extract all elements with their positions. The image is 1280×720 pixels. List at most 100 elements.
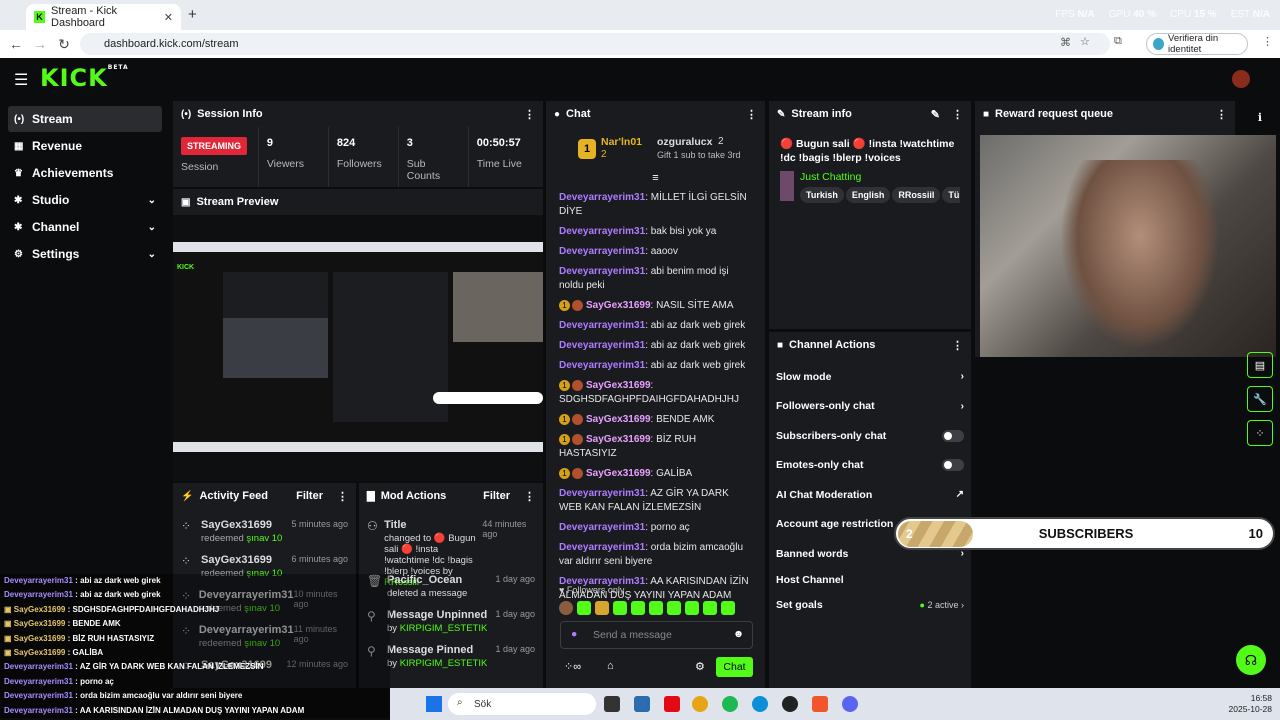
- chat-input[interactable]: ● Send a message ☻: [560, 621, 753, 649]
- sidebar-item-achievements[interactable]: ♛ Achievements: [8, 160, 162, 186]
- tag[interactable]: English: [845, 187, 891, 203]
- subscribers-only-toggle[interactable]: [942, 429, 964, 442]
- mic-icon[interactable]: ●: [571, 628, 577, 640]
- chat-username[interactable]: SayGex31699: [586, 434, 651, 445]
- emote-icon[interactable]: [613, 601, 627, 615]
- netflix-icon[interactable]: [664, 696, 680, 712]
- emote-icon[interactable]: [595, 601, 609, 615]
- chat-username[interactable]: Deveyarrayerim31: [559, 488, 645, 499]
- reload-icon[interactable]: ↻: [52, 36, 76, 53]
- filter-icon[interactable]: ≡: [546, 173, 765, 185]
- brave-icon[interactable]: [812, 696, 828, 712]
- store-icon[interactable]: ⌂: [607, 660, 614, 672]
- tag[interactable]: Türk: [942, 187, 960, 203]
- send-chat-button[interactable]: Chat: [716, 657, 753, 677]
- emote-icon[interactable]: [631, 601, 645, 615]
- set-goals-row[interactable]: Set goals ● 2 active ›: [769, 591, 971, 621]
- support-headset-icon[interactable]: ☊: [1236, 645, 1266, 675]
- emote-icon[interactable]: [577, 601, 591, 615]
- store-app-icon[interactable]: [634, 696, 650, 712]
- chrome-icon[interactable]: [692, 696, 708, 712]
- emote-icon[interactable]: [721, 601, 735, 615]
- category-link[interactable]: Just Chatting: [800, 171, 960, 183]
- emote-icon[interactable]: [559, 601, 573, 615]
- discord-icon[interactable]: [842, 696, 858, 712]
- extensions-icon[interactable]: ⧉: [1114, 35, 1122, 48]
- host-channel-row[interactable]: Host Channel: [769, 569, 971, 591]
- stream-preview-video[interactable]: KICK: [173, 242, 543, 452]
- browser-menu-icon[interactable]: ⋮: [1262, 35, 1273, 48]
- points-icon[interactable]: ⁘∞: [564, 660, 581, 673]
- chat-username[interactable]: SayGex31699: [586, 468, 651, 479]
- more-options-icon[interactable]: ⋮: [1216, 108, 1227, 121]
- forward-icon[interactable]: →: [28, 36, 52, 52]
- chat-username[interactable]: Deveyarrayerim31: [559, 320, 645, 331]
- chat-username[interactable]: Deveyarrayerim31: [559, 246, 645, 257]
- more-options-icon[interactable]: ⋮: [524, 490, 535, 503]
- layout-icon[interactable]: ▤: [1247, 352, 1273, 378]
- slow-mode-row[interactable]: Slow mode ›: [769, 362, 971, 392]
- obs-icon[interactable]: [782, 696, 798, 712]
- browser-tab[interactable]: K Stream - Kick Dashboard ✕: [26, 4, 181, 30]
- bookmark-star-icon[interactable]: ☆: [1080, 35, 1090, 48]
- emoji-icon[interactable]: ☻: [733, 628, 744, 640]
- sidebar-item-stream[interactable]: (•) Stream: [8, 106, 162, 132]
- gift-prompt[interactable]: Gift 1 sub to take 3rd: [657, 150, 741, 160]
- category-thumbnail[interactable]: [780, 171, 794, 201]
- edit-icon[interactable]: ✎: [931, 108, 940, 121]
- emote-icon[interactable]: [685, 601, 699, 615]
- sidebar-item-channel[interactable]: ✱ Channel ⌄: [8, 214, 162, 240]
- tag[interactable]: Turkish: [800, 187, 844, 203]
- panel-title: Activity Feed: [199, 490, 268, 502]
- session-label: Session: [181, 161, 219, 173]
- chat-username[interactable]: Deveyarrayerim31: [559, 360, 645, 371]
- wrench-icon[interactable]: 🔧: [1247, 386, 1273, 412]
- close-tab-icon[interactable]: ✕: [164, 11, 173, 24]
- sidebar-item-revenue[interactable]: ▦ Revenue: [8, 133, 162, 159]
- ai-moderation-row[interactable]: AI Chat Moderation ↗: [769, 480, 971, 510]
- more-options-icon[interactable]: ⋮: [746, 108, 757, 121]
- verify-identity-button[interactable]: Verifiera din identitet: [1146, 33, 1248, 55]
- chat-username[interactable]: Deveyarrayerim31: [559, 522, 645, 533]
- more-options-icon[interactable]: ⋮: [524, 108, 535, 121]
- emote-icon[interactable]: [649, 601, 663, 615]
- taskbar-search[interactable]: ⌕ Sök: [448, 693, 596, 715]
- panel-header: ■ Channel Actions ⋮: [769, 332, 971, 358]
- taskview-icon[interactable]: [604, 696, 620, 712]
- new-tab-icon[interactable]: +: [188, 6, 197, 23]
- share-icon[interactable]: ⁘: [1247, 420, 1273, 446]
- taskbar-clock[interactable]: 16:58 2025-10-28: [1200, 693, 1272, 715]
- followers-only-row[interactable]: Followers-only chat ›: [769, 392, 971, 422]
- url-field[interactable]: dashboard.kick.com/stream: [80, 33, 1110, 55]
- back-icon[interactable]: ←: [4, 36, 28, 52]
- chat-username[interactable]: Deveyarrayerim31: [559, 542, 645, 553]
- hamburger-menu-icon[interactable]: ☰: [14, 70, 28, 90]
- filter-button[interactable]: Filter: [483, 490, 510, 502]
- edge-icon[interactable]: [752, 696, 768, 712]
- filter-button[interactable]: Filter: [296, 490, 323, 502]
- chat-username[interactable]: SayGex31699: [586, 380, 651, 391]
- chat-username[interactable]: Deveyarrayerim31: [559, 266, 645, 277]
- spotify-icon[interactable]: [722, 696, 738, 712]
- chat-username[interactable]: SayGex31699: [586, 300, 651, 311]
- tag[interactable]: RRossiil: [892, 187, 941, 203]
- more-options-icon[interactable]: ⋮: [337, 490, 348, 503]
- more-options-icon[interactable]: ⋮: [952, 339, 963, 352]
- translate-icon[interactable]: ⌘: [1060, 36, 1071, 49]
- emotes-only-toggle[interactable]: [942, 459, 964, 472]
- chat-username[interactable]: Deveyarrayerim31: [559, 192, 645, 203]
- kick-logo[interactable]: KICKBETA: [40, 64, 129, 92]
- user-avatar[interactable]: [1232, 70, 1250, 88]
- chat-username[interactable]: Deveyarrayerim31: [559, 226, 645, 237]
- chevron-down-icon: ⌄: [147, 248, 156, 260]
- emote-icon[interactable]: [667, 601, 681, 615]
- more-options-icon[interactable]: ⋮: [952, 108, 963, 121]
- sidebar-item-settings[interactable]: ⚙ Settings ⌄: [8, 241, 162, 267]
- info-icon[interactable]: ℹ: [1240, 111, 1280, 124]
- windows-start-icon[interactable]: [426, 696, 442, 712]
- chat-settings-icon[interactable]: ⚙: [695, 660, 705, 673]
- chat-username[interactable]: SayGex31699: [586, 414, 651, 425]
- chat-username[interactable]: Deveyarrayerim31: [559, 340, 645, 351]
- sidebar-item-studio[interactable]: ✱ Studio ⌄: [8, 187, 162, 213]
- emote-icon[interactable]: [703, 601, 717, 615]
